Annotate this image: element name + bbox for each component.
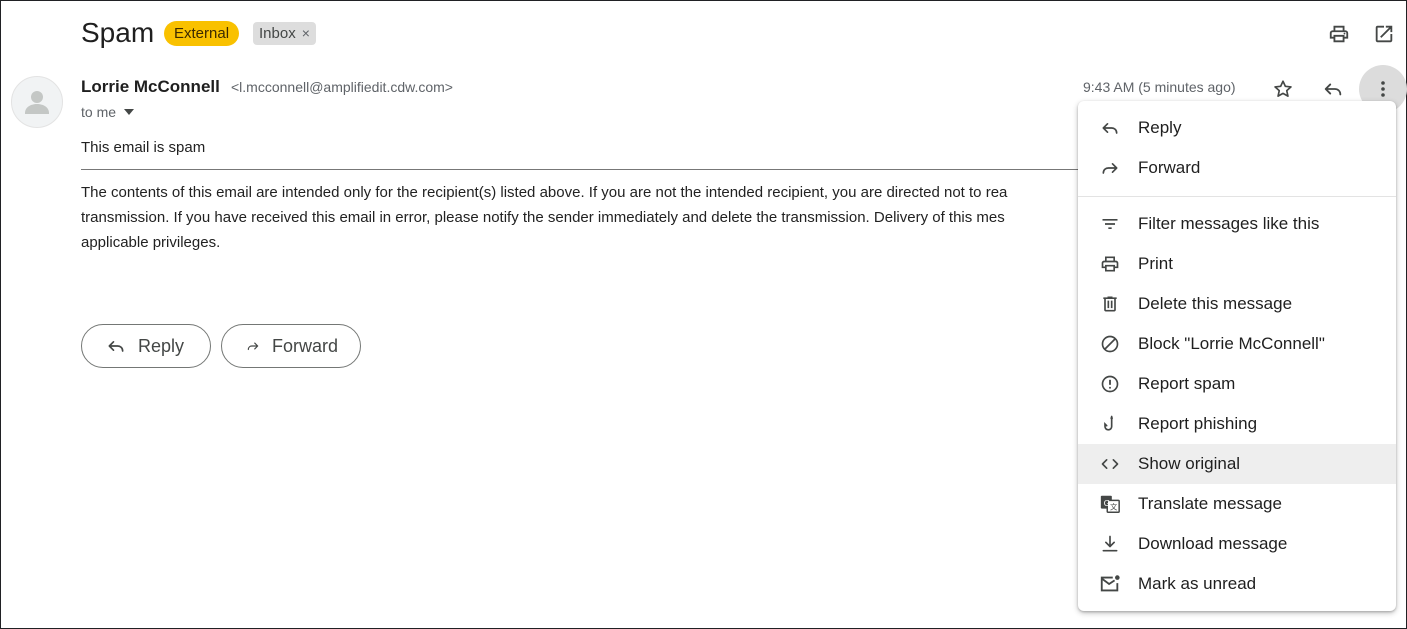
- reply-icon: [1324, 83, 1342, 96]
- disclaimer-line: applicable privileges.: [81, 234, 221, 251]
- email-disclaimer: The contents of this email are intended …: [81, 180, 1081, 255]
- signature-divider: [81, 169, 1081, 170]
- menu-item-label: Mark as unread: [1138, 574, 1257, 593]
- translate-icon: G文: [1098, 492, 1122, 516]
- block-icon: [1098, 332, 1122, 356]
- trash-icon: [1098, 292, 1122, 316]
- menu-item-mark-unread[interactable]: Mark as unread: [1078, 564, 1396, 604]
- sender-avatar: [11, 76, 63, 128]
- sender-email: <l.mcconnell@amplifiedit.cdw.com>: [231, 79, 453, 95]
- email-subject: Spam: [81, 17, 155, 48]
- menu-item-block-sender[interactable]: Block "Lorrie McConnell": [1078, 324, 1396, 364]
- print-icon: [1329, 25, 1349, 43]
- reply-button[interactable]: Reply: [81, 324, 211, 368]
- menu-item-label: Report phishing: [1138, 414, 1258, 433]
- email-body-text: This email is spam: [81, 139, 206, 156]
- reply-button-label: Reply: [138, 335, 185, 356]
- menu-item-forward[interactable]: Forward: [1078, 148, 1396, 188]
- print-icon: [1098, 252, 1122, 276]
- caret-down-icon: [124, 109, 135, 115]
- open-in-new-icon: [1375, 25, 1393, 43]
- forward-button[interactable]: Forward: [221, 324, 361, 368]
- recipient-details-toggle[interactable]: to me: [81, 104, 135, 120]
- inbox-label-chip: Inbox ×: [253, 22, 316, 45]
- menu-item-label: Report spam: [1138, 374, 1236, 393]
- menu-item-label: Forward: [1138, 158, 1201, 177]
- print-all-button[interactable]: [1325, 20, 1353, 48]
- more-options-menu: Reply Forward Filter messages like this …: [1078, 101, 1396, 611]
- open-in-new-window-button[interactable]: [1370, 20, 1398, 48]
- download-icon: [1098, 532, 1122, 556]
- external-label-badge: External: [164, 21, 240, 46]
- star-icon: [1274, 80, 1292, 97]
- menu-item-report-phishing[interactable]: Report phishing: [1078, 404, 1396, 444]
- svg-text:G: G: [1104, 498, 1110, 508]
- menu-item-label: Block "Lorrie McConnell": [1138, 334, 1325, 353]
- menu-item-label: Show original: [1138, 454, 1241, 473]
- menu-item-label: Delete this message: [1138, 294, 1293, 313]
- phishing-hook-icon: [1098, 412, 1122, 436]
- report-spam-icon: [1098, 372, 1122, 396]
- code-icon: [1098, 452, 1122, 476]
- person-icon: [25, 91, 49, 114]
- reply-icon: [108, 341, 124, 352]
- menu-separator: [1078, 196, 1396, 197]
- menu-item-label: Filter messages like this: [1138, 214, 1320, 233]
- email-timestamp: 9:43 AM (5 minutes ago): [1083, 79, 1236, 95]
- forward-icon: [247, 342, 259, 351]
- menu-item-translate[interactable]: G文 Translate message: [1078, 484, 1396, 524]
- menu-item-label: Print: [1138, 254, 1173, 273]
- filter-icon: [1098, 212, 1122, 236]
- menu-item-label: Download message: [1138, 534, 1288, 553]
- more-vertical-icon: [1381, 81, 1385, 97]
- menu-item-print[interactable]: Print: [1078, 244, 1396, 284]
- forward-icon: [1098, 156, 1122, 180]
- menu-item-label: Reply: [1138, 118, 1182, 137]
- menu-item-delete[interactable]: Delete this message: [1078, 284, 1396, 324]
- menu-item-show-original[interactable]: Show original: [1078, 444, 1396, 484]
- disclaimer-line: transmission. If you have received this …: [81, 209, 1005, 226]
- menu-item-filter[interactable]: Filter messages like this: [1078, 204, 1396, 244]
- menu-item-download[interactable]: Download message: [1078, 524, 1396, 564]
- reply-icon: [1098, 116, 1122, 140]
- recipient-label: to me: [81, 104, 117, 120]
- inbox-label-text: Inbox: [259, 25, 296, 42]
- svg-text:文: 文: [1110, 503, 1118, 512]
- remove-label-icon[interactable]: ×: [302, 22, 310, 45]
- menu-item-label: Translate message: [1138, 494, 1282, 513]
- menu-item-reply[interactable]: Reply: [1078, 108, 1396, 148]
- sender-name[interactable]: Lorrie McConnell: [81, 77, 220, 97]
- mark-unread-icon: [1098, 572, 1122, 596]
- disclaimer-line: The contents of this email are intended …: [81, 184, 1008, 201]
- menu-item-report-spam[interactable]: Report spam: [1078, 364, 1396, 404]
- forward-button-label: Forward: [271, 335, 338, 356]
